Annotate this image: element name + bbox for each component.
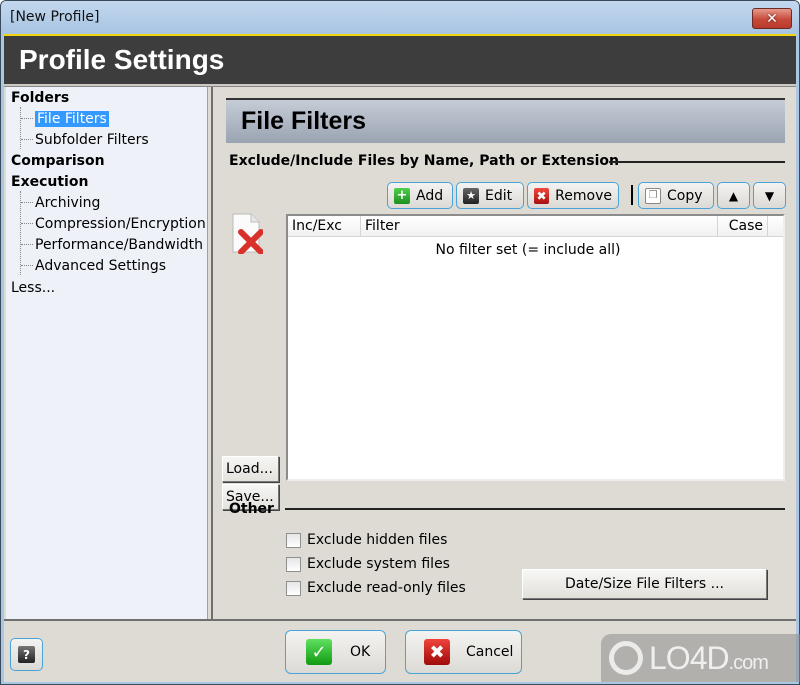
empty-list-message: No filter set (= include all) [435, 242, 621, 258]
tree-item-subfolder-filters[interactable]: Subfolder Filters [35, 130, 149, 150]
other-group-label: Other [229, 501, 274, 517]
tree-item-label: File Filters [35, 111, 109, 127]
tree-group-label: Folders [11, 90, 70, 106]
edit-label: Edit [485, 187, 513, 204]
arrow-up-icon: ▲ [728, 188, 739, 203]
tree-item-label: Advanced Settings [35, 258, 167, 274]
less-link-label: Less... [11, 280, 56, 296]
tree-item-label: Archiving [35, 195, 101, 211]
cancel-label: Cancel [466, 644, 514, 660]
tree-connector [21, 118, 33, 119]
less-link[interactable]: Less... [11, 278, 55, 298]
toolbar-separator [631, 185, 634, 205]
tree-connector [21, 139, 33, 140]
cancel-x-icon: ✖ [424, 639, 450, 665]
page-title: Profile Settings [19, 44, 225, 75]
tree-item-file-filters[interactable]: File Filters [35, 109, 109, 129]
tree-group-comparison[interactable]: Comparison [11, 151, 105, 171]
column-header-inc-exc[interactable]: Inc/Exc [288, 216, 361, 237]
no-filter-file-icon [232, 213, 263, 254]
filter-list[interactable]: Inc/Exc Filter Case No filter set (= inc… [286, 214, 785, 481]
move-up-button[interactable]: ▲ [717, 182, 750, 209]
checkmark-icon: ✓ [306, 639, 332, 665]
tree-connector [21, 223, 33, 224]
copy-label: Copy [667, 187, 703, 204]
lo4d-logo-icon [609, 641, 643, 675]
checkbox-label: Exclude system files [307, 556, 450, 572]
date-size-file-filters-button[interactable]: Date/Size File Filters ... [522, 569, 767, 599]
tree-group-label: Comparison [11, 153, 105, 169]
exclude-hidden-files-option[interactable]: Exclude hidden files [286, 530, 447, 550]
tree-connector [21, 265, 33, 266]
column-header-case[interactable]: Case [718, 216, 768, 237]
arrow-down-icon: ▼ [764, 188, 775, 203]
copy-icon: ❐ [645, 187, 661, 204]
watermark-suffix: .com [728, 651, 769, 674]
add-label: Add [416, 187, 444, 204]
tree-item-label: Compression/Encryption [35, 216, 206, 232]
section-title: File Filters [241, 107, 367, 135]
exclude-system-files-option[interactable]: Exclude system files [286, 554, 450, 574]
add-filter-button[interactable]: + Add [387, 182, 453, 209]
edit-filter-button[interactable]: ★ Edit [456, 182, 524, 209]
tree-item-label: Subfolder Filters [35, 132, 149, 148]
lo4d-watermark: LO4D.com [601, 634, 800, 682]
load-filters-button[interactable]: Load... [222, 456, 279, 482]
exclude-system-files-checkbox[interactable] [286, 556, 301, 572]
profile-settings-window: [New Profile] ✕ Profile Settings Folders… [0, 0, 800, 685]
tree-group-execution[interactable]: Execution [11, 172, 88, 192]
exclude-read-only-files-option[interactable]: Exclude read-only files [286, 578, 466, 598]
remove-label: Remove [555, 187, 612, 204]
copy-filter-button[interactable]: ❐ Copy [638, 182, 714, 209]
close-button[interactable]: ✕ [752, 8, 792, 29]
header-banner: Profile Settings [4, 34, 796, 84]
dialog-client-area: Profile Settings Folders File Filters Su… [4, 34, 796, 682]
exclude-hidden-files-checkbox[interactable] [286, 532, 301, 548]
checkbox-label: Exclude hidden files [307, 532, 448, 548]
tree-group-folders[interactable]: Folders [11, 88, 69, 108]
remove-x-icon: ✖ [534, 187, 550, 204]
tree-item-label: Performance/Bandwidth [35, 237, 203, 253]
filter-list-header: Inc/Exc Filter Case [288, 216, 783, 237]
help-question-icon: ? [18, 646, 35, 663]
ok-button[interactable]: ✓ OK [285, 630, 386, 674]
help-button[interactable]: ? [10, 638, 43, 671]
tree-item-performance-bandwidth[interactable]: Performance/Bandwidth [35, 235, 203, 255]
star-icon: ★ [463, 187, 479, 204]
tree-item-compression-encryption[interactable]: Compression/Encryption [35, 214, 206, 234]
tree-connector [20, 191, 21, 275]
watermark-brand: LO4D [649, 639, 730, 676]
tree-connector [21, 244, 33, 245]
exclude-read-only-files-checkbox[interactable] [286, 580, 301, 596]
ok-label: OK [350, 644, 371, 660]
window-title: [New Profile] [10, 9, 100, 25]
group-divider [285, 508, 785, 510]
move-down-button[interactable]: ▼ [753, 182, 786, 209]
tree-connector [20, 107, 21, 149]
title-bar[interactable]: [New Profile] ✕ [1, 1, 799, 34]
group-divider [609, 161, 785, 163]
checkbox-label: Exclude read-only files [307, 580, 466, 596]
file-filters-panel: File Filters Exclude/Include Files by Na… [213, 87, 796, 619]
settings-tree: Folders File Filters Subfolder Filters C… [6, 87, 213, 619]
filter-group-label: Exclude/Include Files by Name, Path or E… [229, 153, 619, 169]
remove-filter-button[interactable]: ✖ Remove [527, 182, 619, 209]
tree-item-advanced-settings[interactable]: Advanced Settings [35, 256, 166, 276]
cancel-button[interactable]: ✖ Cancel [405, 630, 522, 674]
plus-icon: + [394, 187, 410, 204]
tree-connector [21, 202, 33, 203]
tree-item-archiving[interactable]: Archiving [35, 193, 100, 213]
close-x-icon: ✕ [766, 10, 778, 27]
column-header-filter[interactable]: Filter [361, 216, 718, 237]
tree-group-label: Execution [11, 174, 89, 190]
watermark-text: LO4D.com [649, 639, 769, 677]
section-header: File Filters [226, 98, 785, 143]
